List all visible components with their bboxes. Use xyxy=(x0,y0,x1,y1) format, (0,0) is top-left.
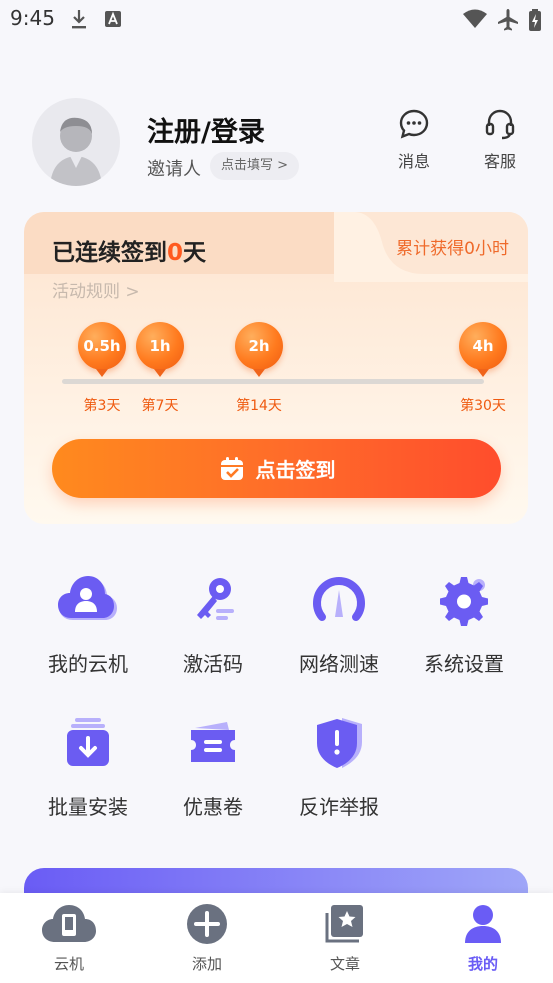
login-title[interactable]: 注册/登录 xyxy=(147,110,265,149)
milestone-balloon: 2h xyxy=(235,322,283,377)
key-icon xyxy=(197,578,234,620)
rules-link[interactable]: 活动规则 > xyxy=(52,277,140,302)
grid-fraud-report[interactable]: 反诈举报 xyxy=(279,713,399,820)
gear-icon xyxy=(440,577,488,626)
grid-label: 激活码 xyxy=(183,652,243,676)
grid-batch-install[interactable]: 批量安装 xyxy=(28,713,148,820)
nav-label: 我的 xyxy=(467,955,498,973)
customer-service-button[interactable]: 客服 xyxy=(470,108,530,171)
grid-label: 批量安装 xyxy=(48,795,128,819)
streak-prefix: 已连续签到 xyxy=(52,240,167,266)
nav-label: 文章 xyxy=(329,955,360,973)
status-bar: 9:45 xyxy=(0,0,553,40)
add-icon xyxy=(187,904,227,944)
grid-activation-code[interactable]: 激活码 xyxy=(153,570,273,677)
grid-label: 反诈举报 xyxy=(299,795,379,819)
headset-icon xyxy=(485,109,515,140)
grid-my-cloud[interactable]: 我的云机 xyxy=(28,570,148,677)
customer-service-label: 客服 xyxy=(483,152,516,171)
milestone-day: 第14天 xyxy=(236,398,282,414)
milestone-balloon: 4h xyxy=(459,322,507,377)
bottom-nav: 云机 添加 文章 我的 xyxy=(0,893,553,983)
checkin-button[interactable]: 点击签到 xyxy=(52,439,501,498)
grid-label: 优惠卷 xyxy=(183,795,243,819)
grid-label: 我的云机 xyxy=(48,652,128,676)
checkin-button-label: 点击签到 xyxy=(255,458,336,482)
nav-mine[interactable]: 我的 xyxy=(438,901,528,974)
nav-articles[interactable]: 文章 xyxy=(300,901,390,974)
profile-icon xyxy=(465,905,501,943)
milestone-day: 第30天 xyxy=(460,398,506,414)
nav-label: 添加 xyxy=(191,955,222,973)
default-avatar-icon xyxy=(50,117,102,186)
nav-label: 云机 xyxy=(53,955,84,973)
milestone-balloon: 0.5h xyxy=(78,322,126,377)
avatar[interactable] xyxy=(32,98,120,186)
speedometer-icon xyxy=(313,577,365,621)
status-time: 9:45 xyxy=(10,6,55,30)
grid-system-settings[interactable]: 系统设置 xyxy=(404,570,524,677)
cloud-phone-icon xyxy=(42,905,96,942)
milestone-day: 第3天 xyxy=(83,398,121,414)
shield-alert-icon xyxy=(317,718,362,768)
progress-track xyxy=(62,379,484,384)
invite-fill-button[interactable]: 点击填写 > xyxy=(210,152,300,180)
streak-text: 已连续签到0天 xyxy=(52,233,206,267)
total-earned: 累计获得0小时 xyxy=(396,239,509,259)
milestone-day: 第7天 xyxy=(141,398,179,414)
streak-days: 0 xyxy=(167,240,184,266)
grid-label: 网络测速 xyxy=(299,652,379,676)
messages-button[interactable]: 消息 xyxy=(384,108,444,171)
a-icon xyxy=(105,11,121,27)
nav-add[interactable]: 添加 xyxy=(162,901,252,974)
milestone-balloon: 1h xyxy=(136,322,184,377)
cloud-user-icon xyxy=(58,576,117,620)
battery-icon xyxy=(529,9,541,31)
chat-bubble-icon xyxy=(399,109,429,139)
airplane-icon xyxy=(498,9,518,31)
messages-label: 消息 xyxy=(397,152,430,171)
ticket-icon xyxy=(191,722,235,762)
inviter-label: 邀请人 xyxy=(147,159,201,180)
calendar-check-icon xyxy=(220,456,243,480)
grid-label: 系统设置 xyxy=(424,652,504,676)
download-icon xyxy=(72,10,86,29)
grid-speed-test[interactable]: 网络测速 xyxy=(279,570,399,677)
article-icon xyxy=(325,905,363,943)
wifi-icon xyxy=(463,9,487,28)
streak-suffix: 天 xyxy=(183,240,207,266)
grid-coupon[interactable]: 优惠卷 xyxy=(153,713,273,820)
nav-cloud[interactable]: 云机 xyxy=(24,901,114,974)
batch-install-icon xyxy=(67,718,109,766)
